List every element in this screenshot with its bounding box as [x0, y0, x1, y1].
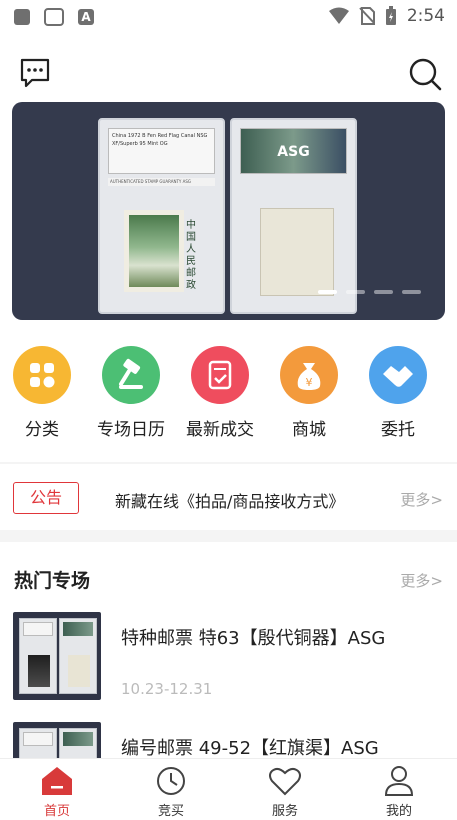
- category-label: 专场日历: [97, 420, 165, 440]
- notice-bar[interactable]: 公告 新藏在线《拍品/商品接收方式》 更多>: [0, 468, 457, 528]
- category-mall[interactable]: ¥ 商城: [264, 346, 354, 440]
- notice-tag: 公告: [13, 482, 79, 514]
- divider: [0, 462, 457, 464]
- tab-label: 竞买: [157, 804, 184, 819]
- search-button[interactable]: [407, 56, 443, 92]
- slab-asg-label: ASG: [240, 128, 347, 174]
- slab-grade-label: China 1972 B Fen Red Flag Canal NSG XF/S…: [108, 128, 215, 174]
- category-latest-deals[interactable]: 最新成交: [175, 346, 265, 440]
- category-label: 最新成交: [186, 420, 254, 440]
- category-fenlei[interactable]: 分类: [0, 346, 87, 440]
- gavel-icon: [102, 346, 160, 404]
- stamp-slab-back: ASG: [230, 118, 357, 314]
- tab-mine[interactable]: 我的: [359, 765, 439, 819]
- category-calendar[interactable]: 专场日历: [86, 346, 176, 440]
- stamp-back-image: [260, 208, 334, 296]
- tab-label: 我的: [385, 804, 412, 819]
- bottom-tab-bar: 首页 竞买 服务 我的: [0, 758, 457, 820]
- handshake-icon: [369, 346, 427, 404]
- notification-icon: [14, 9, 30, 25]
- carousel-dot[interactable]: [402, 290, 421, 294]
- carousel-dot[interactable]: [318, 290, 337, 294]
- slab-footer-label: AUTHENTICATED STAMP GUARANTY ASG: [108, 178, 215, 186]
- carousel-indicator: [318, 290, 421, 294]
- wifi-icon: [328, 7, 349, 24]
- item-title: 编号邮票 49-52【红旗渠】ASG: [121, 738, 379, 759]
- no-sim-icon: [359, 7, 375, 25]
- item-thumbnail: [13, 612, 101, 700]
- clock-time: 2:54: [406, 6, 445, 26]
- battery-icon: [385, 6, 396, 25]
- deal-icon: [191, 346, 249, 404]
- svg-text:¥: ¥: [306, 376, 313, 389]
- notice-more-link[interactable]: 更多>: [400, 489, 443, 510]
- top-header: [0, 52, 457, 96]
- item-date: 10.23-12.31: [121, 680, 213, 698]
- banner-carousel[interactable]: China 1972 B Fen Red Flag Canal NSG XF/S…: [12, 102, 445, 320]
- section-title: 热门专场: [14, 570, 91, 592]
- message-button[interactable]: [18, 56, 54, 92]
- grid-icon: [13, 346, 71, 404]
- list-item[interactable]: 特种邮票 特63【殷代铜器】ASG 10.23-12.31: [0, 612, 457, 712]
- money-bag-icon: ¥: [280, 346, 338, 404]
- search-icon: [409, 58, 442, 91]
- carousel-dot[interactable]: [346, 290, 365, 294]
- user-icon: [382, 765, 416, 797]
- home-icon: [40, 765, 74, 797]
- stamp-image: [124, 210, 184, 292]
- stamp-text: 中国人民邮政: [186, 220, 196, 291]
- section-more-link[interactable]: 更多>: [400, 570, 443, 591]
- category-label: 商城: [292, 420, 326, 440]
- message-icon: [20, 58, 50, 88]
- heart-icon: [268, 765, 302, 797]
- status-bar: A 2:54: [0, 0, 457, 34]
- app-screen: A 2:54 China 1972 B Fen Red Flag Canal N…: [0, 0, 457, 820]
- carousel-dot[interactable]: [374, 290, 393, 294]
- stamp-slab-front: China 1972 B Fen Red Flag Canal NSG XF/S…: [98, 118, 225, 314]
- category-new[interactable]: 新: [442, 346, 457, 440]
- section-gap: [0, 530, 457, 542]
- tab-bidding[interactable]: 竞买: [131, 765, 211, 819]
- item-title: 特种邮票 特63【殷代铜器】ASG: [121, 628, 386, 649]
- notice-text[interactable]: 新藏在线《拍品/商品接收方式》: [115, 488, 344, 512]
- tab-home[interactable]: 首页: [17, 765, 97, 819]
- category-consign[interactable]: 委托: [353, 346, 443, 440]
- category-label: 新: [442, 415, 457, 440]
- category-label: 委托: [381, 420, 415, 440]
- tab-label: 服务: [271, 804, 298, 819]
- clock-icon: [154, 765, 188, 797]
- a-icon: A: [78, 9, 94, 25]
- tab-label: 首页: [43, 804, 70, 819]
- category-label: 分类: [25, 420, 59, 440]
- tab-service[interactable]: 服务: [245, 765, 325, 819]
- app-icon: [44, 8, 64, 26]
- category-row: 分类 专场日历 最新成交 ¥ 商城 委托: [0, 346, 457, 442]
